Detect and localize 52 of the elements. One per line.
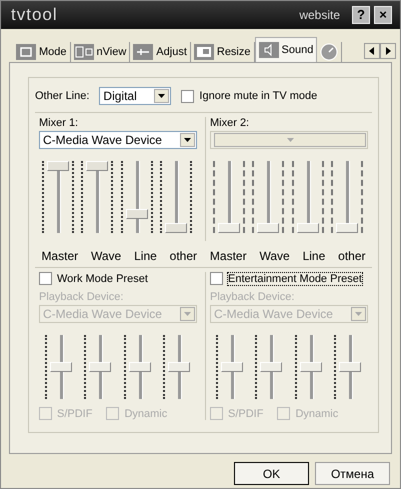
- mixer-dropdown[interactable]: C-Media Wave Device: [39, 131, 197, 149]
- slider-thumb[interactable]: [86, 161, 108, 171]
- volume-slider[interactable]: [122, 335, 154, 399]
- tab[interactable]: Sound: [254, 37, 318, 62]
- option-label: Dynamic: [295, 408, 338, 420]
- dual-screen-icon: [74, 44, 94, 60]
- option-label: S/PDIF: [228, 408, 264, 420]
- mixer-label: Mixer 2:: [210, 117, 250, 129]
- slider-thumb[interactable]: [46, 161, 69, 171]
- channel-label: Master: [41, 249, 78, 263]
- right-arrow-icon: [385, 47, 391, 55]
- channel-label: Line: [302, 249, 326, 263]
- slider-icon: [133, 44, 154, 60]
- slider-thumb[interactable]: [165, 223, 188, 233]
- preset-label: Work Mode Preset: [57, 272, 148, 284]
- ignore-mute-checkbox[interactable]: [181, 90, 194, 102]
- mixer-label: Mixer 1:: [39, 117, 80, 129]
- scroll-left-button[interactable]: [364, 43, 380, 59]
- preset-label: Entertainment Mode Preset: [228, 272, 362, 284]
- volume-slider[interactable]: [42, 335, 75, 399]
- channel-label: other: [170, 249, 198, 263]
- caret-icon: [355, 312, 362, 316]
- playback-device-label: Playback Device:: [39, 291, 124, 303]
- scroll-right-button[interactable]: [380, 43, 396, 59]
- option-label: S/PDIF: [57, 408, 92, 420]
- ignore-mute-label: Ignore mute in TV mode: [199, 90, 318, 102]
- slider-thumb[interactable]: [126, 209, 148, 220]
- option-label: Dynamic: [124, 408, 168, 420]
- caret-icon: [158, 94, 166, 98]
- channel-label: other: [338, 249, 366, 263]
- left-arrow-icon: [369, 47, 375, 55]
- speaker-icon: [258, 42, 278, 58]
- caret-icon: [184, 312, 191, 316]
- ok-button[interactable]: OK: [234, 462, 309, 485]
- volume-slider[interactable]: [292, 335, 325, 399]
- help-button[interactable]: ?: [352, 6, 370, 24]
- channel-label: Line: [134, 249, 157, 263]
- channel-label: Wave: [91, 249, 122, 263]
- window-title: tvtool: [11, 5, 58, 25]
- frame-icon: [16, 44, 36, 60]
- channel-label: Master: [210, 249, 247, 263]
- website-link[interactable]: website: [299, 8, 340, 22]
- playback-device-label: Playback Device:: [210, 291, 296, 303]
- cancel-button[interactable]: Отмена: [315, 462, 390, 485]
- caret-icon: [286, 138, 294, 142]
- other-line-dropdown[interactable]: Digital: [99, 87, 172, 105]
- window-icon: [194, 44, 214, 60]
- volume-slider[interactable]: [214, 335, 246, 399]
- other-line-label: Other Line:: [35, 90, 90, 102]
- caret-icon: [184, 138, 191, 142]
- close-button[interactable]: ×: [374, 6, 392, 24]
- channel-label: Wave: [259, 249, 290, 263]
